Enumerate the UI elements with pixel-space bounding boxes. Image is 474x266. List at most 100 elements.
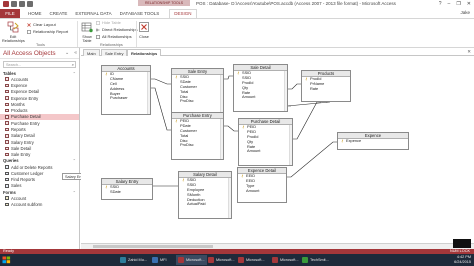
show-table-button[interactable]: Show Table <box>80 21 94 44</box>
table-box-expence[interactable]: Expence ⚷ Expence <box>337 132 409 150</box>
file-tab[interactable]: FILE <box>0 9 20 18</box>
table-box-scrollbar[interactable] <box>289 125 292 165</box>
tab-external-data[interactable]: EXTERNAL DATA <box>71 9 115 18</box>
close-button[interactable]: Close <box>138 21 150 39</box>
table-field[interactable]: ProDisc <box>175 143 223 148</box>
table-field[interactable]: Amount <box>237 95 287 100</box>
relationship-line-expence-detail-expence[interactable] <box>287 141 337 178</box>
relationships-canvas[interactable]: Accounts ⚷ ID CName Cell Address Buyer Purchase… <box>81 56 474 243</box>
relationship-line-purchase-entry-purchase-detail[interactable] <box>224 125 238 132</box>
windows-start-icon[interactable] <box>2 256 11 264</box>
doc-tab-sale-entry[interactable]: Sale Entry <box>101 49 128 56</box>
clock-date[interactable]: 6/24/2015 <box>454 260 471 265</box>
relationship-line-accounts-purchase-entry[interactable] <box>151 87 171 131</box>
taskbar-item[interactable]: Microsoft... <box>176 255 207 265</box>
relationship-report-button[interactable]: Relationship Report <box>27 29 68 34</box>
table-icon <box>5 108 9 113</box>
scrollbar-thumb[interactable] <box>93 245 213 248</box>
taskbar-app-icon <box>208 257 214 263</box>
edit-relationships-button[interactable]: Edit Relationships <box>2 21 25 44</box>
table-box-scrollbar[interactable] <box>147 72 150 114</box>
taskbar-item[interactable]: Zahid Mu... <box>118 255 149 265</box>
clear-layout-button[interactable]: Clear Layout <box>27 22 56 27</box>
nav-pane-header[interactable]: All Access Objects ⌄ « <box>0 48 79 59</box>
nav-item-account-subform[interactable]: Account subform <box>0 201 79 207</box>
clock-time[interactable]: 4:42 PM <box>454 255 471 260</box>
relationship-line-sale-entry-sale-detail[interactable] <box>224 75 233 80</box>
table-field[interactable]: Rate <box>305 86 350 92</box>
taskbar-item[interactable]: Microsoft... <box>206 255 237 265</box>
table-field[interactable]: ProDisc <box>175 99 223 104</box>
nav-item-label: Expence Detail <box>11 89 40 95</box>
table-box-sale-entry[interactable]: Sale Entry ⚷ SSID SDate Customer Total Disc Pro… <box>171 68 224 116</box>
table-icon <box>5 146 9 151</box>
hide-table-button[interactable]: Hide Table <box>96 20 121 25</box>
undo-icon[interactable] <box>19 1 25 7</box>
table-box-purchase-detail[interactable]: Purchase Detail ⚷ PEID PEID ProdId Qty Rate Amo… <box>238 118 293 166</box>
access-logo-icon[interactable] <box>3 1 9 7</box>
taskbar-item[interactable]: MFI <box>150 255 169 265</box>
tab-home[interactable]: HOME <box>24 9 46 18</box>
table-box-expence-detail[interactable]: Expence Detail ⚷ EEID EEID Type Amount <box>237 167 287 203</box>
close-icon[interactable]: ✕ <box>467 1 471 7</box>
tab-design[interactable]: DESIGN <box>169 9 197 18</box>
table-box-sale-detail[interactable]: Sale Detail ⚷ SSID SSID ProdId Qty Rate Amount <box>233 64 288 112</box>
search-icon[interactable]: ⌕ <box>72 62 74 67</box>
taskbar-item[interactable]: TechSmit... <box>300 255 331 265</box>
taskbar-item[interactable]: Microsoft... <box>270 255 301 265</box>
close-relationships-icon <box>139 22 149 32</box>
table-field[interactable]: ActualPaid <box>182 202 231 207</box>
table-box-scrollbar[interactable] <box>220 119 223 159</box>
primary-key-icon: ⚷ <box>341 139 344 143</box>
table-field[interactable]: Purchaser <box>105 96 150 101</box>
user-name[interactable]: Jake <box>460 10 470 15</box>
query-icon <box>5 171 9 176</box>
direct-relationships-button[interactable]: Direct Relationships <box>96 27 138 32</box>
table-field[interactable]: Amount <box>241 188 286 194</box>
chevron-up-icon[interactable]: ⌃ <box>73 158 76 163</box>
table-field[interactable]: Amount <box>242 149 292 154</box>
nav-search-input[interactable]: Search... ⌕ <box>3 61 76 68</box>
relationship-line-purchase-detail-products[interactable] <box>293 101 321 140</box>
relationship-line-accounts-sale-entry[interactable] <box>151 78 171 85</box>
direct-relationships-icon <box>96 28 100 31</box>
help-icon[interactable]: ? <box>439 1 442 7</box>
recording-indicator <box>453 239 471 248</box>
taskbar-item-label: Microsoft... <box>186 258 205 262</box>
taskbar-app-icon <box>178 257 184 263</box>
all-relationships-button[interactable]: All Relationships <box>96 34 132 39</box>
close-document-icon[interactable]: ✕ <box>467 49 471 55</box>
taskbar-item-label: Microsoft... <box>280 258 299 262</box>
doc-tab-relationships[interactable]: Relationships <box>127 49 162 56</box>
table-box-purchase-entry[interactable]: Purchase Entry ⚷ PEID PDate Customer Total Dis… <box>171 112 224 160</box>
table-field[interactable]: ⚷ Expence <box>341 138 408 144</box>
minimize-icon[interactable]: – <box>448 1 451 7</box>
chevron-up-icon[interactable]: ⌃ <box>73 190 76 195</box>
redo-icon[interactable] <box>27 1 33 7</box>
edit-relationships-icon <box>7 21 19 33</box>
restore-icon[interactable]: ❐ <box>456 1 460 7</box>
doc-tab-label: Relationships <box>131 50 158 56</box>
doc-tab-main[interactable]: Main <box>83 49 100 56</box>
table-box-scrollbar[interactable] <box>220 75 223 115</box>
shutter-bar-icon[interactable]: « <box>74 50 77 56</box>
relationship-line-sale-detail-products[interactable] <box>288 83 301 90</box>
table-box-accounts[interactable]: Accounts ⚷ ID CName Cell Address Buyer Purchase… <box>101 65 151 115</box>
tab-database-tools[interactable]: DATABASE TOOLS <box>116 9 164 18</box>
relationships-group-label: Relationships <box>100 43 123 47</box>
table-box-salary-entry[interactable]: Salary Entry ⚷ SSID SDate <box>101 178 153 200</box>
relationship-line-products-sale-detail[interactable] <box>286 101 331 107</box>
save-icon[interactable] <box>11 1 17 7</box>
chevron-up-icon[interactable]: ⌃ <box>73 71 76 76</box>
field-name: ProDisc <box>180 142 194 148</box>
tab-create[interactable]: CREATE <box>46 9 72 18</box>
taskbar-app-icon <box>302 257 308 263</box>
table-box-scrollbar[interactable] <box>284 71 287 111</box>
taskbar-item[interactable]: Microsoft... <box>236 255 267 265</box>
table-box-salary-detail[interactable]: Salary Detail ⚷ SSID SSID Employee SMonth Dedu… <box>178 171 232 219</box>
table-field[interactable]: SDate <box>105 189 152 195</box>
table-box-products[interactable]: Products ⚷ ProdId PrName Rate <box>301 70 351 102</box>
chevron-down-icon[interactable]: ⌄ <box>65 50 69 56</box>
relationship-report-label: Relationship Report <box>33 29 69 34</box>
table-box-scrollbar[interactable] <box>228 178 231 218</box>
